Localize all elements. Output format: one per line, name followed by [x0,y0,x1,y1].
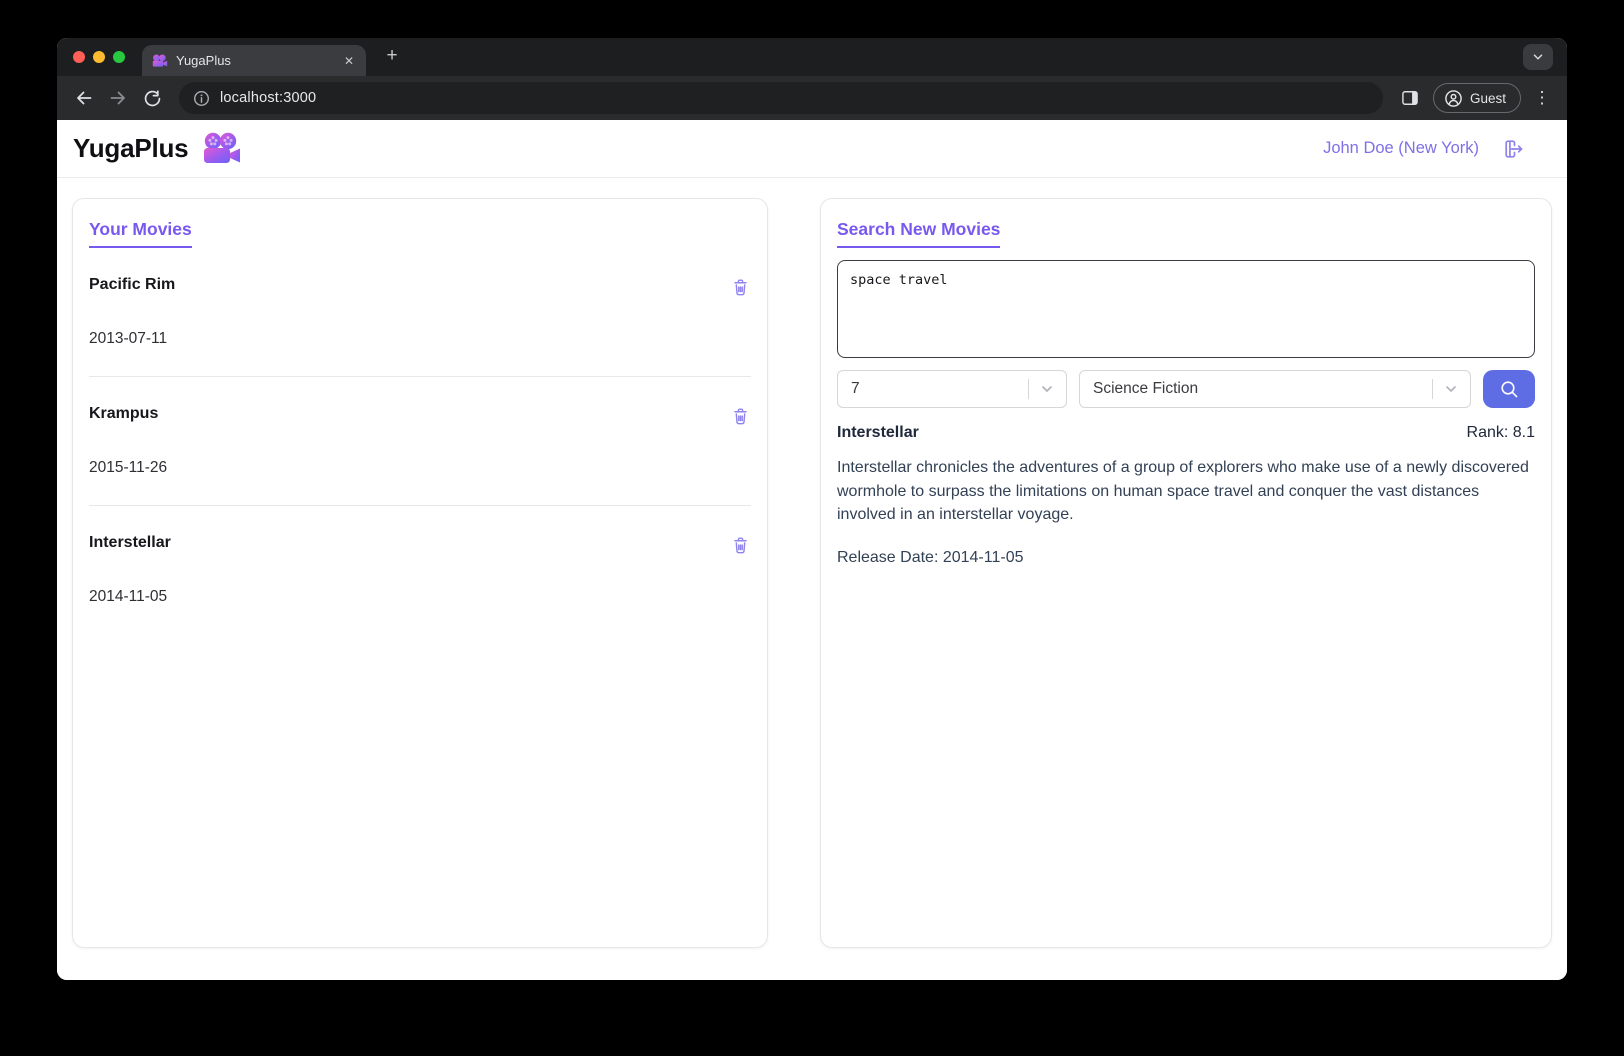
search-button[interactable] [1483,370,1535,408]
logout-button[interactable] [1501,137,1525,161]
minimize-window-button[interactable] [93,51,105,63]
movie-list-item: Interstellar 2014-11-05 [89,506,751,634]
window-controls [73,51,125,63]
tab-favicon-movie-camera-icon [152,54,168,68]
chevron-down-icon [1038,380,1056,398]
reload-icon [143,89,162,108]
rank-select[interactable]: 7 [837,370,1067,408]
tab-title: YugaPlus [176,53,334,68]
fullscreen-window-button[interactable] [113,51,125,63]
close-tab-icon[interactable]: ✕ [342,53,356,69]
genre-select[interactable]: Science Fiction [1079,370,1471,408]
tab-search-chevron-button[interactable] [1523,44,1553,70]
trash-icon [731,535,750,555]
brand-title: YugaPlus [73,133,188,164]
search-controls: 7 Science Fiction [837,370,1535,408]
trash-icon [731,277,750,297]
delete-movie-button[interactable] [730,276,751,298]
search-query-input[interactable]: space travel [837,260,1535,358]
movie-release-date: 2014-11-05 [89,588,751,606]
logout-icon [1501,137,1525,161]
movie-release-date: 2013-07-11 [89,330,751,348]
new-tab-button[interactable]: + [379,44,405,70]
url-text[interactable]: localhost:3000 [220,90,316,106]
search-movies-panel: Search New Movies space travel 7 Science… [820,198,1552,948]
address-bar[interactable]: localhost:3000 [179,82,1383,114]
reload-button[interactable] [137,83,167,113]
movie-title: Pacific Rim [89,276,175,294]
genre-select-value: Science Fiction [1093,380,1198,398]
rank-select-value: 7 [851,380,860,398]
movie-title: Interstellar [89,534,171,552]
site-info-icon[interactable] [193,90,210,107]
your-movies-heading: Your Movies [89,219,192,248]
delete-movie-button[interactable] [730,405,751,427]
back-button[interactable] [69,83,99,113]
side-panel-button[interactable] [1395,83,1425,113]
browser-toolbar: localhost:3000 Guest ⋮ [57,76,1567,120]
movie-release-date: 2015-11-26 [89,459,751,477]
movie-camera-logo-icon [202,132,242,166]
side-panel-icon [1400,88,1420,108]
result-movie-title: Interstellar [837,424,919,442]
result-movie-rank: Rank: 8.1 [1467,424,1535,442]
back-arrow-icon [74,88,94,108]
movie-list-item: Krampus 2015-11-26 [89,377,751,506]
your-movies-panel: Your Movies Pacific Rim [72,198,768,948]
close-window-button[interactable] [73,51,85,63]
forward-button[interactable] [103,83,133,113]
guest-avatar-icon [1444,89,1463,108]
result-movie-description: Interstellar chronicles the adventures o… [837,456,1535,527]
user-profile-link[interactable]: John Doe (New York) [1323,139,1479,158]
search-result-header: Interstellar Rank: 8.1 [837,424,1535,442]
browser-window: YugaPlus ✕ + localhost:3000 [57,38,1567,980]
movie-title: Krampus [89,405,158,423]
profile-label: Guest [1470,91,1506,106]
chevron-down-icon [1531,50,1545,64]
movie-list-item: Pacific Rim 2013-07-11 [89,248,751,377]
chevron-down-icon [1442,380,1460,398]
forward-arrow-icon [108,88,128,108]
result-movie-release-date: Release Date: 2014-11-05 [837,549,1535,567]
trash-icon [731,406,750,426]
app-header: YugaPlus John Doe (New York) [57,120,1567,178]
magnifier-icon [1498,378,1520,400]
tab-strip: YugaPlus ✕ + [57,38,1567,76]
browser-menu-button[interactable]: ⋮ [1529,83,1555,113]
profile-button[interactable]: Guest [1433,83,1521,113]
select-divider [1028,379,1029,399]
search-movies-heading: Search New Movies [837,219,1000,248]
browser-tab[interactable]: YugaPlus ✕ [142,45,366,76]
main-content: Your Movies Pacific Rim [57,178,1567,980]
select-divider [1432,379,1433,399]
yugaplus-page: YugaPlus John Doe (New York) [57,120,1567,980]
delete-movie-button[interactable] [730,534,751,556]
